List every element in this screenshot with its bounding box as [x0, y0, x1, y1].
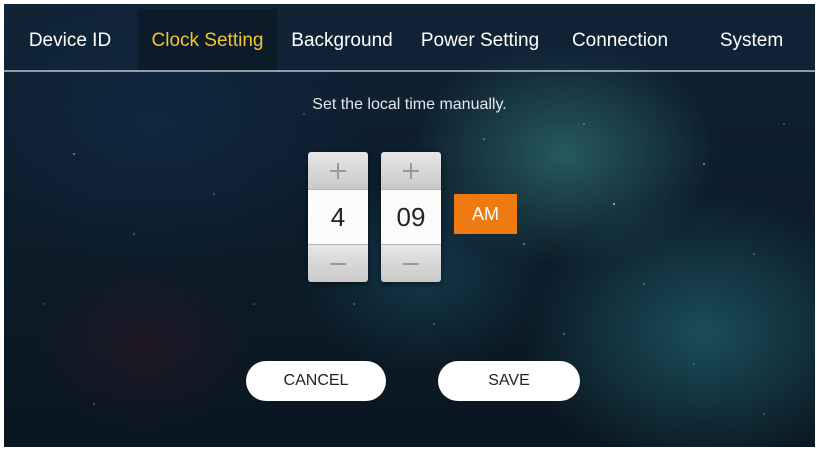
plus-icon — [330, 162, 346, 179]
hour-stepper: 4 — [308, 152, 368, 282]
tab-label: Power Setting — [420, 29, 540, 51]
clock-instruction: Set the local time manually. — [312, 96, 507, 113]
minute-stepper: 09 — [381, 152, 441, 282]
tab-label: Background — [291, 29, 393, 51]
save-button[interactable]: SAVE — [438, 361, 580, 401]
tab-label: Clock Setting — [151, 29, 264, 51]
tab-bar-divider — [4, 70, 815, 72]
plus-icon — [403, 162, 419, 179]
tab-device-id[interactable]: Device ID — [4, 9, 136, 72]
tab-label: Device ID — [28, 29, 112, 51]
cancel-button[interactable]: CANCEL — [246, 361, 386, 401]
tab-label: Connection — [571, 29, 669, 51]
hour-increment-button[interactable] — [308, 152, 368, 190]
minus-icon — [403, 262, 419, 265]
am-pm-toggle-button[interactable]: AM — [454, 194, 517, 234]
clock-setting-screen: Device ID Clock Setting Background Power… — [4, 4, 815, 447]
tab-system[interactable]: System — [688, 9, 815, 72]
tab-connection[interactable]: Connection — [554, 9, 686, 72]
tab-power-setting[interactable]: Power Setting — [408, 9, 552, 72]
minus-icon — [330, 262, 346, 265]
minute-increment-button[interactable] — [381, 152, 441, 190]
minute-decrement-button[interactable] — [381, 244, 441, 282]
settings-tab-bar: Device ID Clock Setting Background Power… — [4, 4, 815, 72]
hour-value[interactable]: 4 — [308, 190, 368, 244]
tab-clock-setting[interactable]: Clock Setting — [138, 9, 277, 72]
tab-label: System — [719, 29, 784, 51]
hour-decrement-button[interactable] — [308, 244, 368, 282]
minute-value[interactable]: 09 — [381, 190, 441, 244]
tab-background[interactable]: Background — [278, 9, 406, 72]
